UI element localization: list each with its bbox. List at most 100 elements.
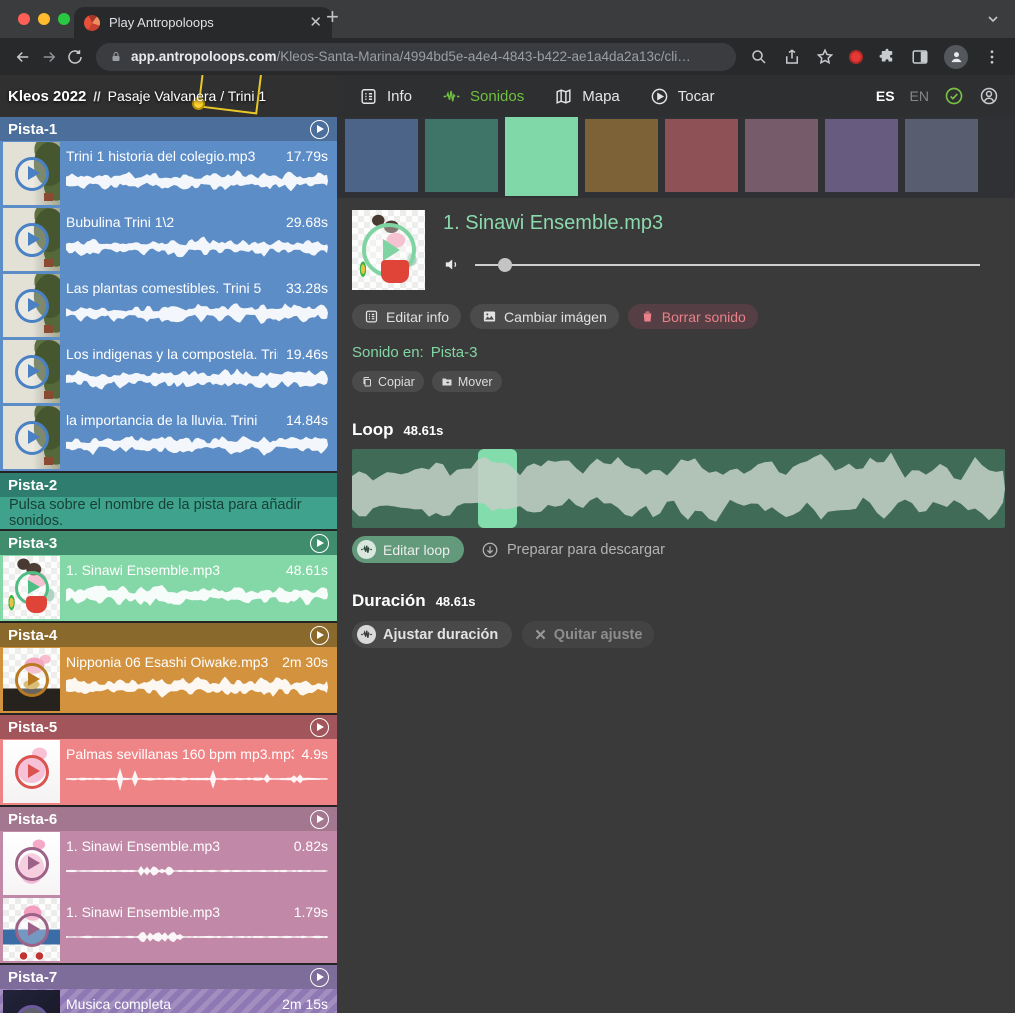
sound-play-button[interactable] (362, 223, 416, 277)
nav-tab-mapa[interactable]: Mapa (554, 87, 620, 106)
clip-title: la importancia de la lluvia. Trini (66, 412, 278, 428)
change-image-button[interactable]: Cambiar imágen (470, 304, 619, 329)
edit-loop-button[interactable]: Editar loop (352, 536, 464, 563)
clip-play-button[interactable] (15, 847, 49, 881)
track-header-pista-5[interactable]: Pista-5 (0, 715, 337, 739)
clip-row[interactable]: Los indigenas y la compostela. Trini19.4… (0, 339, 337, 405)
clip-thumbnail[interactable] (3, 898, 60, 961)
sound-thumbnail[interactable] (352, 210, 425, 290)
account-icon[interactable] (979, 86, 999, 106)
remove-adjust-button[interactable]: ✕ Quitar ajuste (522, 621, 654, 648)
clip-thumbnail[interactable] (3, 556, 60, 619)
clip-play-button[interactable] (15, 663, 49, 697)
lang-en[interactable]: EN (910, 88, 929, 104)
clip-thumbnail[interactable] (3, 340, 60, 403)
clip-thumbnail[interactable] (3, 208, 60, 271)
track-header-pista-1[interactable]: Pista-1 (0, 117, 337, 141)
clip-title: 1. Sinawi Ensemble.mp3 (66, 904, 286, 920)
lang-es[interactable]: ES (876, 88, 895, 104)
saved-check-icon[interactable] (944, 86, 964, 106)
track-color-swatch-4[interactable] (585, 119, 658, 192)
clip-thumbnail[interactable] (3, 832, 60, 895)
new-tab-button[interactable]: + (326, 4, 339, 30)
clip-play-button[interactable] (15, 913, 49, 947)
clip-row[interactable]: 1. Sinawi Ensemble.mp30.82s (0, 831, 337, 897)
track-header-pista-6[interactable]: Pista-6 (0, 807, 337, 831)
clip-thumbnail[interactable] (3, 406, 60, 469)
track-color-swatch-7[interactable] (825, 119, 898, 192)
address-bar[interactable]: app.antropoloops.com/Kleos-Santa-Marina/… (96, 43, 736, 71)
clip-play-button[interactable] (15, 755, 49, 789)
clip-row[interactable]: Palmas sevillanas 160 bpm mp3.mp34.9s (0, 739, 337, 805)
profile-avatar[interactable] (944, 45, 968, 69)
prepare-download-button[interactable]: Preparar para descargar (481, 541, 665, 559)
nav-tab-sonidos[interactable]: Sonidos (442, 87, 524, 106)
side-panel-icon[interactable] (911, 48, 929, 66)
reload-button[interactable] (62, 44, 88, 70)
clip-row[interactable]: la importancia de la lluvia. Trini14.84s (0, 405, 337, 471)
track-color-swatch-2[interactable] (425, 119, 498, 192)
app-topbar: Kleos 2022 // Pasaje Valvanera / Trini 1… (0, 75, 1015, 117)
clip-row[interactable]: Nipponia 06 Esashi Oiwake.mp32m 30s (0, 647, 337, 713)
track-header-pista-4[interactable]: Pista-4 (0, 623, 337, 647)
clip-thumbnail[interactable] (3, 648, 60, 711)
track-play-icon[interactable] (310, 968, 329, 987)
track-color-swatch-3[interactable] (505, 117, 578, 196)
track-header-pista-7[interactable]: Pista-7 (0, 965, 337, 989)
adjust-duration-button[interactable]: Ajustar duración (352, 621, 512, 648)
clip-play-button[interactable] (15, 355, 49, 389)
record-extension-icon[interactable] (849, 50, 863, 64)
delete-sound-button[interactable]: Borrar sonido (628, 304, 758, 329)
clip-play-button[interactable] (15, 421, 49, 455)
tab-close-icon[interactable]: ✕ (309, 15, 322, 30)
close-window-button[interactable] (18, 13, 30, 25)
edit-info-button[interactable]: Editar info (352, 304, 461, 329)
track-play-icon[interactable] (310, 718, 329, 737)
clip-play-button[interactable] (15, 223, 49, 257)
track-color-swatch-1[interactable] (345, 119, 418, 192)
forward-button[interactable] (36, 44, 62, 70)
clip-thumbnail[interactable] (3, 990, 60, 1013)
clip-row[interactable]: Bubulina Trini 1\229.68s (0, 207, 337, 273)
clip-row[interactable]: Las plantas comestibles. Trini 533.28s (0, 273, 337, 339)
tab-list-chevron-icon[interactable] (985, 11, 1001, 27)
track-play-icon[interactable] (310, 534, 329, 553)
track-color-swatch-6[interactable] (745, 119, 818, 192)
browser-menu-kebab-icon[interactable] (983, 48, 1001, 66)
browser-tab[interactable]: Play Antropoloops ✕ (74, 7, 332, 38)
clip-play-button[interactable] (15, 571, 49, 605)
track-play-icon[interactable] (310, 810, 329, 829)
copy-button[interactable]: Copiar (352, 371, 424, 392)
breadcrumb[interactable]: Kleos 2022 // Pasaje Valvanera / Trini 1 (0, 75, 337, 117)
volume-slider[interactable] (475, 258, 980, 272)
clip-play-button[interactable] (15, 289, 49, 323)
share-icon[interactable] (783, 48, 801, 66)
track-color-swatch-8[interactable] (905, 119, 978, 192)
back-button[interactable] (10, 44, 36, 70)
zoom-window-button[interactable] (58, 13, 70, 25)
zoom-lens-icon[interactable] (750, 48, 768, 66)
move-button[interactable]: Mover (432, 371, 502, 392)
nav-tab-tocar[interactable]: Tocar (650, 87, 715, 106)
volume-slider-thumb[interactable] (498, 258, 512, 272)
track-play-icon[interactable] (310, 120, 329, 139)
sound-location-track-link[interactable]: Pista-3 (431, 344, 478, 361)
clip-row[interactable]: Trini 1 historia del colegio.mp317.79s (0, 141, 337, 207)
track-color-swatch-5[interactable] (665, 119, 738, 192)
clip-play-button[interactable] (15, 1005, 49, 1013)
clip-thumbnail[interactable] (3, 142, 60, 205)
clip-play-button[interactable] (15, 157, 49, 191)
clip-thumbnail[interactable] (3, 740, 60, 803)
clip-row[interactable]: Musica completa2m 15s (0, 989, 337, 1013)
extensions-puzzle-icon[interactable] (878, 48, 896, 66)
track-header-pista-2[interactable]: Pista-2 (0, 473, 337, 497)
clip-thumbnail[interactable] (3, 274, 60, 337)
track-play-icon[interactable] (310, 626, 329, 645)
track-header-pista-3[interactable]: Pista-3 (0, 531, 337, 555)
minimize-window-button[interactable] (38, 13, 50, 25)
loop-waveform-panel[interactable] (352, 449, 1005, 528)
bookmark-star-icon[interactable] (816, 48, 834, 66)
clip-row[interactable]: 1. Sinawi Ensemble.mp348.61s (0, 555, 337, 621)
nav-tab-info[interactable]: Info (359, 87, 412, 106)
clip-row[interactable]: 1. Sinawi Ensemble.mp31.79s (0, 897, 337, 963)
